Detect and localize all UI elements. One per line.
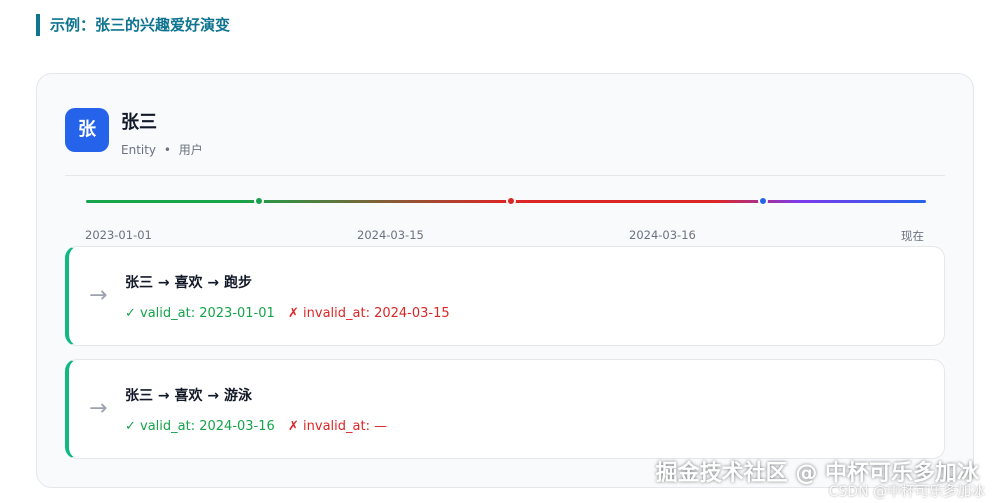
avatar: 张 <box>65 108 109 152</box>
timeline-label: 2024-03-16 <box>629 228 696 242</box>
valid-at: ✓ valid_at: 2024-03-16 <box>125 419 275 434</box>
meta-separator: • <box>163 143 171 157</box>
timeline-label: 2024-03-15 <box>357 228 424 242</box>
arrow-icon: → <box>89 396 108 421</box>
invalid-at: ✗ invalid_at: 2024-03-15 <box>288 306 450 321</box>
entity-category: 用户 <box>178 143 203 157</box>
arrow-icon: → <box>89 283 108 308</box>
invalid-at: ✗ invalid_at: — <box>288 419 388 434</box>
timeline-point-start <box>254 196 264 206</box>
fact-triple: 张三 → 喜欢 → 跑步 <box>125 275 252 291</box>
timeline-point-invalid <box>506 196 516 206</box>
fact-card: → 张三 → 喜欢 → 跑步 ✓ valid_at: 2023-01-01 ✗ … <box>65 246 945 346</box>
entity-meta: Entity • 用户 <box>121 141 203 158</box>
entity-name: 张三 <box>121 112 157 133</box>
divider <box>65 175 945 176</box>
timeline-label: 2023-01-01 <box>85 228 152 242</box>
watermark-small: CSDN @中杯可乐多加冰 <box>828 484 985 500</box>
section-title: 示例：张三的兴趣爱好演变 <box>36 14 230 36</box>
entity-card: 张 张三 Entity • 用户 2023-01-01 2024-03-15 2… <box>36 73 974 488</box>
valid-at: ✓ valid_at: 2023-01-01 <box>125 306 275 321</box>
fact-card: → 张三 → 喜欢 → 游泳 ✓ valid_at: 2024-03-16 ✗ … <box>65 359 945 459</box>
fact-triple: 张三 → 喜欢 → 游泳 <box>125 388 252 404</box>
entity-type: Entity <box>121 143 157 157</box>
timeline-point-new <box>758 196 768 206</box>
timeline-label: 现在 <box>901 229 924 243</box>
